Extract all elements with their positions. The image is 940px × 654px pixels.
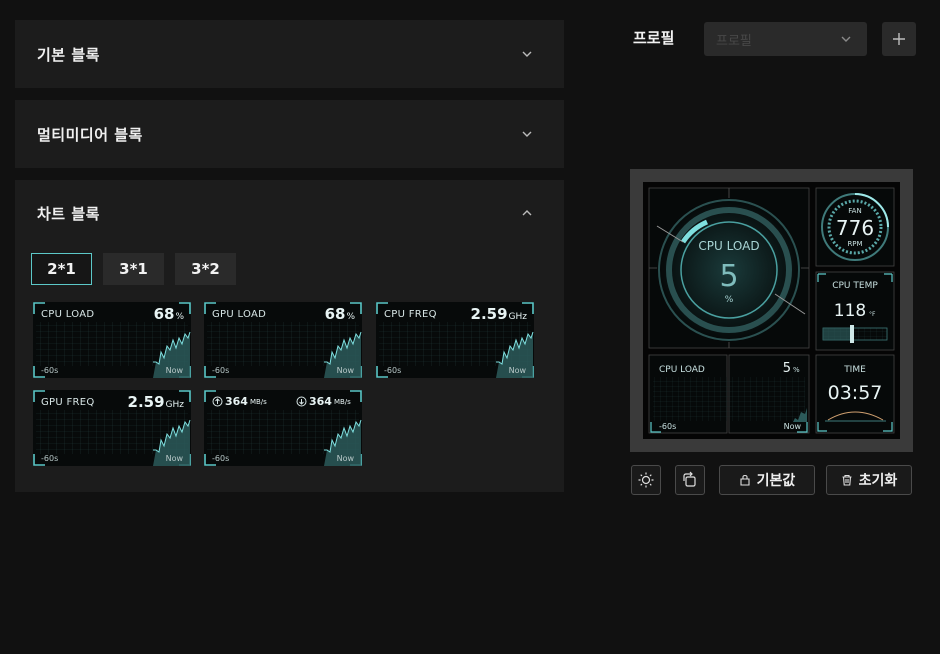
- default-button-label: 기본값: [756, 473, 796, 489]
- preview-cpu-load-label: CPU LOAD: [698, 239, 759, 253]
- preview-chart-value: 5: [783, 361, 791, 376]
- download-speed: 364 MB/s: [296, 395, 351, 408]
- tile-x-start: -60s: [41, 366, 59, 375]
- multimedia-block-title: 멀티미디어 블록: [37, 126, 143, 144]
- plus-icon: [893, 33, 905, 45]
- preview-cpu-temp-label: CPU TEMP: [832, 281, 878, 291]
- tile-label: CPU FREQ: [384, 309, 437, 320]
- upload-speed: 364 MB/s: [212, 395, 267, 408]
- chart-block-header[interactable]: 차트 블록: [15, 180, 564, 248]
- tile-value: 68%: [324, 305, 355, 323]
- basic-block-header[interactable]: 기본 블록: [15, 20, 564, 88]
- preview-chart-x-end: Now: [784, 422, 802, 431]
- preview-chart-x-start: -60s: [659, 422, 676, 431]
- tile-label: GPU LOAD: [212, 309, 267, 320]
- tile-x-start: -60s: [384, 366, 402, 375]
- size-3x2-button[interactable]: 3*2: [175, 253, 236, 285]
- sun-icon: [638, 472, 654, 488]
- add-profile-button[interactable]: [882, 22, 916, 56]
- basic-block-section[interactable]: 기본 블록: [15, 20, 564, 88]
- chevron-down-icon[interactable]: [520, 47, 534, 61]
- upload-icon: [212, 396, 223, 407]
- download-icon: [296, 396, 307, 407]
- tile-x-end: Now: [336, 366, 354, 375]
- tile-x-end: Now: [336, 454, 354, 463]
- preview-chart-unit: %: [793, 366, 800, 374]
- chart-tile-gpu-freq[interactable]: GPU FREQ 2.59GHz -60s Now: [33, 390, 191, 466]
- tile-x-start: -60s: [212, 454, 230, 463]
- profile-select[interactable]: 프로필: [704, 22, 867, 56]
- preview-cpu-load-unit: %: [725, 295, 734, 305]
- multimedia-block-header[interactable]: 멀티미디어 블록: [15, 100, 564, 168]
- preview-time-label: TIME: [843, 365, 866, 375]
- basic-block-title: 기본 블록: [37, 46, 100, 64]
- trash-icon: [842, 474, 852, 486]
- reset-button[interactable]: 초기화: [826, 465, 912, 495]
- preview-time-value: 03:57: [828, 382, 883, 404]
- rotate-button[interactable]: [675, 465, 705, 495]
- chart-tile-gpu-load[interactable]: GPU LOAD 68% -60s Now: [204, 302, 362, 378]
- chart-tile-network[interactable]: 364 MB/s 364 MB/s -60s Now: [204, 390, 362, 466]
- chevron-down-icon[interactable]: [520, 127, 534, 141]
- chevron-up-icon[interactable]: [520, 206, 534, 220]
- preview-fan-value: 776: [836, 216, 874, 240]
- preview-cpu-temp-unit: °F: [869, 311, 876, 318]
- chevron-down-icon: [841, 36, 851, 42]
- tile-label: GPU FREQ: [41, 397, 95, 408]
- tile-x-end: Now: [165, 454, 183, 463]
- profile-placeholder: 프로필: [716, 34, 752, 49]
- preview-cpu-load-value: 5: [719, 259, 738, 294]
- rotate-icon: [683, 471, 696, 487]
- app-root: 기본 블록 멀티미디어 블록 차트 블록 2*1 3*1 3*2 CPU LOA…: [0, 0, 940, 654]
- preview-fan-unit: RPM: [847, 240, 862, 248]
- tile-x-start: -60s: [41, 454, 59, 463]
- tile-value: 2.59GHz: [127, 393, 184, 411]
- display-preview: CPU LOAD 5 % FAN 776 RPM CPU TEMP 118 °F…: [630, 169, 913, 452]
- brightness-button[interactable]: [631, 465, 661, 495]
- size-2x1-button[interactable]: 2*1: [31, 253, 92, 285]
- chart-block-title: 차트 블록: [37, 205, 100, 223]
- multimedia-block-section[interactable]: 멀티미디어 블록: [15, 100, 564, 168]
- default-button[interactable]: 기본값: [719, 465, 815, 495]
- preview-screen: CPU LOAD 5 % FAN 776 RPM CPU TEMP 118 °F…: [643, 182, 900, 439]
- chart-tile-cpu-freq[interactable]: CPU FREQ 2.59GHz -60s Now: [376, 302, 534, 378]
- default-icon: [740, 474, 750, 486]
- preview-chart-label: CPU LOAD: [659, 365, 705, 375]
- preview-cpu-temp-value: 118: [834, 301, 866, 321]
- profile-label: 프로필: [633, 29, 675, 47]
- tile-x-start: -60s: [212, 366, 230, 375]
- tile-x-end: Now: [508, 366, 526, 375]
- tile-value: 68%: [153, 305, 184, 323]
- tile-label: CPU LOAD: [41, 309, 95, 320]
- tile-value: 2.59GHz: [470, 305, 527, 323]
- chart-tile-cpu-load[interactable]: CPU LOAD 68% -60s Now: [33, 302, 191, 378]
- tile-x-end: Now: [165, 366, 183, 375]
- preview-fan-label: FAN: [848, 207, 861, 215]
- reset-button-label: 초기화: [858, 473, 898, 489]
- size-3x1-button[interactable]: 3*1: [103, 253, 164, 285]
